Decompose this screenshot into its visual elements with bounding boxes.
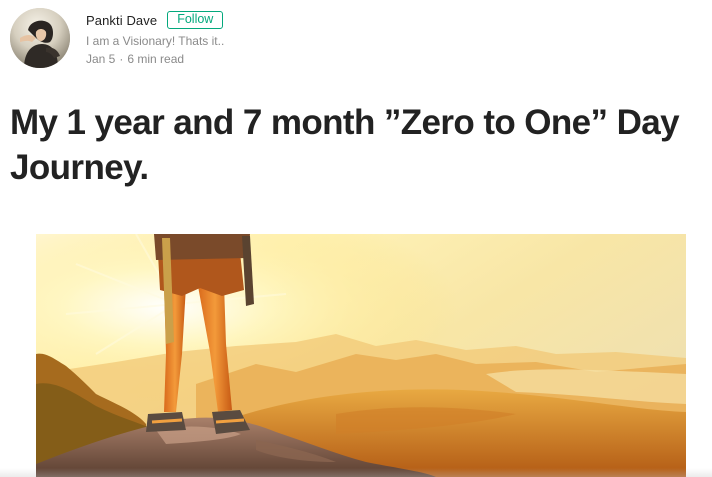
meta-separator: · bbox=[119, 52, 124, 66]
hiker-sunrise-image-icon bbox=[36, 234, 686, 477]
author-bio: I am a Visionary! Thats it.. bbox=[86, 34, 225, 48]
author-name-line: Pankti Dave Follow bbox=[86, 10, 224, 30]
read-time: 6 min read bbox=[127, 52, 185, 66]
avatar-photo-icon bbox=[10, 8, 70, 68]
author-avatar[interactable] bbox=[10, 8, 70, 68]
author-name[interactable]: Pankti Dave bbox=[86, 13, 157, 28]
post-meta: Jan 5 · 6 min read bbox=[86, 50, 224, 68]
follow-button[interactable]: Follow bbox=[167, 11, 224, 29]
post-date[interactable]: Jan 5 bbox=[86, 52, 115, 66]
post-title: My 1 year and 7 month ”Zero to One” Day … bbox=[10, 103, 680, 187]
hero-image[interactable] bbox=[36, 234, 686, 477]
author-header: Pankti Dave Follow I am a Visionary! Tha… bbox=[10, 8, 224, 68]
article-page: Pankti Dave Follow I am a Visionary! Tha… bbox=[0, 0, 712, 477]
author-meta: Pankti Dave Follow I am a Visionary! Tha… bbox=[86, 10, 224, 68]
